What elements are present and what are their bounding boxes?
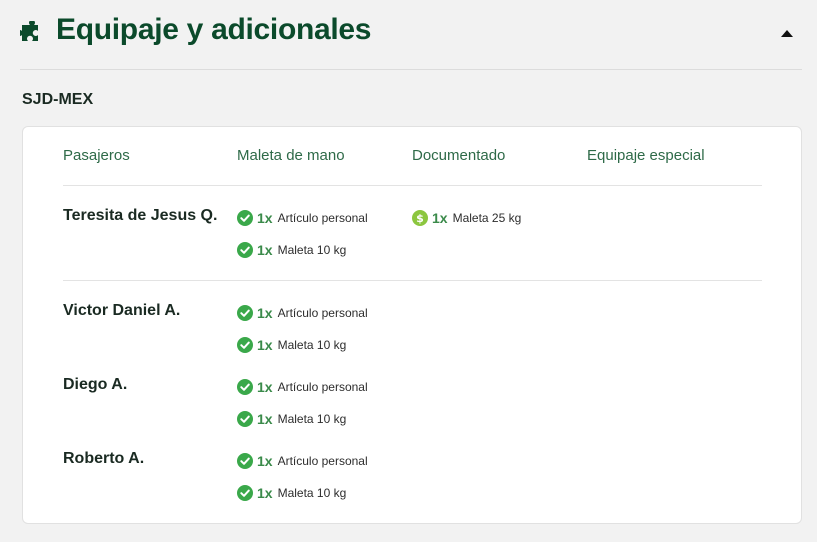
route-label: SJD-MEX: [22, 91, 94, 108]
column-header-carry-on: Maleta de mano: [237, 147, 345, 164]
item-description: Artículo personal: [277, 306, 368, 320]
item-description: Artículo personal: [277, 380, 368, 394]
item-quantity: 1x: [257, 379, 273, 395]
passenger-name: Teresita de Jesus Q.: [63, 207, 218, 224]
column-header-special: Equipaje especial: [587, 147, 705, 164]
item-description: Maleta 10 kg: [277, 486, 347, 500]
item-quantity: 1x: [432, 210, 448, 226]
item-quantity: 1x: [257, 337, 273, 353]
passenger-name: Roberto A.: [63, 450, 145, 467]
dollar-circle-icon: $: [412, 210, 428, 226]
item-description: Artículo personal: [277, 211, 368, 225]
carry-on-item: 1x Artículo personal: [237, 452, 368, 470]
check-circle-icon: [237, 305, 253, 321]
caret-up-icon: [781, 29, 793, 37]
check-circle-icon: [237, 337, 253, 353]
check-circle-icon: [237, 453, 253, 469]
item-quantity: 1x: [257, 242, 273, 258]
item-description: Maleta 25 kg: [452, 211, 522, 225]
check-circle-icon: [237, 411, 253, 427]
svg-text:$: $: [416, 212, 424, 225]
row-rule: [63, 280, 762, 281]
section-header[interactable]: Equipaje y adicionales: [20, 12, 802, 69]
carry-on-item: 1x Artículo personal: [237, 304, 368, 322]
item-quantity: 1x: [257, 453, 273, 469]
carry-on-item: 1x Maleta 10 kg: [237, 336, 346, 354]
item-quantity: 1x: [257, 485, 273, 501]
header-rule: [63, 185, 762, 186]
item-description: Maleta 10 kg: [277, 338, 347, 352]
item-quantity: 1x: [257, 305, 273, 321]
passenger-name: Victor Daniel A.: [63, 302, 181, 319]
item-quantity: 1x: [257, 210, 273, 226]
check-circle-icon: [237, 242, 253, 258]
carry-on-item: 1x Maleta 10 kg: [237, 484, 346, 502]
carry-on-item: 1x Artículo personal: [237, 209, 368, 227]
collapse-button[interactable]: [778, 26, 796, 40]
puzzle-icon: [20, 21, 38, 41]
carry-on-item: 1x Artículo personal: [237, 378, 368, 396]
column-header-checked: Documentado: [412, 147, 506, 164]
checked-item: $ 1x Maleta 25 kg: [412, 209, 521, 227]
page-title: Equipaje y adicionales: [56, 13, 372, 46]
column-header-passengers: Pasajeros: [63, 147, 130, 164]
passenger-name: Diego A.: [63, 376, 128, 393]
item-quantity: 1x: [257, 411, 273, 427]
item-description: Maleta 10 kg: [277, 412, 347, 426]
carry-on-item: 1x Maleta 10 kg: [237, 241, 346, 259]
item-description: Maleta 10 kg: [277, 243, 347, 257]
check-circle-icon: [237, 210, 253, 226]
carry-on-item: 1x Maleta 10 kg: [237, 410, 346, 428]
header-divider: [20, 69, 802, 70]
check-circle-icon: [237, 379, 253, 395]
check-circle-icon: [237, 485, 253, 501]
baggage-table-card: Pasajeros Maleta de mano Documentado Equ…: [22, 126, 802, 524]
item-description: Artículo personal: [277, 454, 368, 468]
